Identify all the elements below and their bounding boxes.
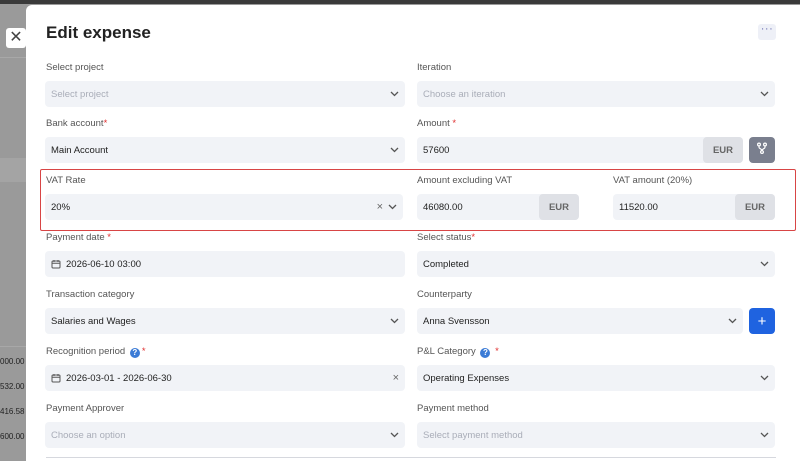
recognition-period-label: Recognition period ? * (46, 346, 146, 358)
counterparty-select[interactable]: Anna Svensson (417, 308, 743, 334)
pl-category-value: Operating Expenses (423, 372, 510, 384)
pl-category-label: P&L Category ? * (417, 346, 499, 358)
payment-approver-select[interactable]: Choose an option (45, 422, 405, 448)
chevron-down-icon (759, 259, 769, 269)
payment-date-value: 2026-06-10 03:00 (66, 258, 142, 270)
add-counterparty-button[interactable]: + (749, 308, 775, 334)
bank-account-label: Bank account* (46, 118, 108, 129)
edit-expense-modal: Edit expense ··· Select project Select p… (26, 5, 800, 461)
amount-currency: EUR (703, 137, 743, 163)
vat-amount-input[interactable]: 11520.00 EUR (613, 194, 775, 220)
amount-value: 57600 (423, 144, 450, 156)
vat-rate-select[interactable]: 20% × (45, 194, 403, 220)
transaction-category-value: Salaries and Wages (51, 315, 136, 327)
pl-category-select[interactable]: Operating Expenses (417, 365, 775, 391)
amount-excl-vat-label: Amount excluding VAT (417, 175, 513, 186)
help-circle-icon[interactable]: ? (129, 348, 140, 358)
chevron-down-icon (389, 145, 399, 155)
calendar-icon (51, 259, 61, 269)
modal-title: Edit expense (46, 23, 151, 42)
amount-excl-vat-currency: EUR (539, 194, 579, 220)
chevron-down-icon (759, 373, 769, 383)
close-modal-button[interactable]: ✕ (6, 28, 26, 48)
calendar-icon (51, 373, 61, 383)
clear-icon[interactable]: × (393, 372, 399, 384)
background-selected-row (0, 158, 26, 182)
branch-icon (756, 141, 768, 159)
payment-method-placeholder: Select payment method (423, 429, 523, 441)
transaction-category-select[interactable]: Salaries and Wages (45, 308, 405, 334)
more-options-button[interactable]: ··· (758, 24, 776, 40)
clear-icon[interactable]: × (377, 201, 383, 213)
chevron-down-icon (389, 89, 399, 99)
amount-excl-vat-input[interactable]: 46080.00 EUR (417, 194, 579, 220)
counterparty-label: Counterparty (417, 289, 472, 300)
plus-icon: + (757, 312, 767, 330)
close-icon: ✕ (9, 29, 23, 46)
status-select[interactable]: Completed (417, 251, 775, 277)
payment-approver-label: Payment Approver (46, 403, 125, 414)
iteration-placeholder: Choose an iteration (423, 88, 506, 100)
payment-method-label: Payment method (417, 403, 489, 414)
vat-amount-currency: EUR (735, 194, 775, 220)
payment-approver-placeholder: Choose an option (51, 429, 126, 441)
split-amount-button[interactable] (749, 137, 775, 163)
chevron-down-icon (759, 89, 769, 99)
project-placeholder: Select project (51, 88, 109, 100)
background-divider (0, 57, 26, 58)
background-divider (0, 346, 26, 347)
project-label: Select project (46, 62, 104, 73)
transaction-category-label: Transaction category (46, 289, 135, 300)
payment-method-select[interactable]: Select payment method (417, 422, 775, 448)
chevron-down-icon (387, 202, 397, 212)
vat-rate-label: VAT Rate (46, 175, 86, 186)
chevron-down-icon (759, 430, 769, 440)
recognition-period-picker[interactable]: 2026-03-01 - 2026-06-30 × (45, 365, 405, 391)
form-divider (46, 457, 776, 458)
amount-input[interactable]: 57600 EUR (417, 137, 743, 163)
vat-amount-label: VAT amount (20%) (613, 175, 693, 186)
amount-label: Amount * (417, 118, 457, 129)
payment-date-picker[interactable]: 2026-06-10 03:00 (45, 251, 405, 277)
status-label: Select status* (417, 232, 476, 243)
chevron-down-icon (389, 430, 399, 440)
counterparty-value: Anna Svensson (423, 315, 490, 327)
iteration-select[interactable]: Choose an iteration (417, 81, 775, 107)
chevron-down-icon (727, 316, 737, 326)
project-select[interactable]: Select project (45, 81, 405, 107)
more-horizontal-icon: ··· (760, 23, 774, 35)
help-circle-icon[interactable]: ? (480, 348, 491, 358)
chevron-down-icon (389, 316, 399, 326)
vat-rate-value: 20% (51, 201, 71, 213)
status-value: Completed (423, 258, 469, 270)
bank-account-select[interactable]: Main Account (45, 137, 405, 163)
payment-date-label: Payment date * (46, 232, 111, 243)
recognition-period-value: 2026-03-01 - 2026-06-30 (66, 372, 172, 384)
background-topbar (0, 0, 800, 4)
bank-account-value: Main Account (51, 144, 109, 156)
iteration-label: Iteration (417, 62, 452, 73)
